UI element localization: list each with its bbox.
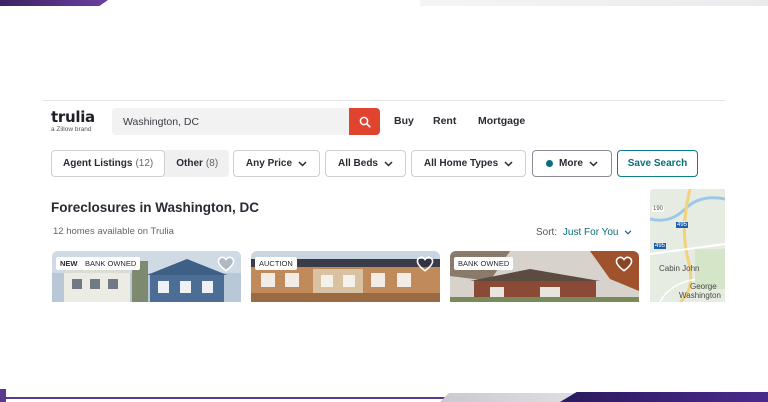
route-shield: 495: [654, 243, 667, 249]
nav-buy[interactable]: Buy: [394, 115, 414, 127]
page: trulia a Zillow brand Buy Rent Mortgage …: [0, 0, 768, 402]
more-filters-button[interactable]: More: [532, 150, 612, 177]
tab-agent-listings-label: Agent Listings: [63, 158, 133, 169]
listing-card[interactable]: NEW BANK OWNED: [52, 251, 241, 302]
sort-label: Sort:: [536, 227, 558, 238]
map-label-cabin-john: Cabin John: [659, 264, 700, 273]
badge-bank-owned: BANK OWNED: [454, 257, 514, 270]
heart-icon[interactable]: [217, 256, 235, 272]
map-view[interactable]: 190 495 495 Cabin John George Washington: [650, 189, 725, 302]
chevron-down-icon: [624, 230, 632, 235]
nav-rent[interactable]: Rent: [433, 115, 456, 127]
heart-icon[interactable]: [416, 256, 434, 272]
sort-control[interactable]: Sort: Just For You: [536, 227, 632, 238]
tab-other-label: Other: [176, 158, 203, 169]
chevron-down-icon: [504, 160, 513, 167]
route-shield: 495: [676, 222, 689, 228]
tab-other[interactable]: Other (8): [165, 150, 229, 177]
decorative-band-top-left: [0, 0, 108, 6]
more-filters-label: More: [559, 158, 583, 169]
badge-auction: AUCTION: [255, 257, 297, 270]
badge-new: NEW: [56, 257, 82, 270]
chevron-down-icon: [384, 160, 393, 167]
beds-filter-button[interactable]: All Beds: [325, 150, 406, 177]
save-search-label: Save Search: [627, 158, 688, 169]
tab-other-count: (8): [205, 158, 219, 169]
price-filter-label: Any Price: [245, 158, 293, 169]
search-button[interactable]: [349, 108, 380, 135]
chevron-down-icon: [298, 160, 307, 167]
decorative-band-bottom-purple: [560, 392, 768, 402]
sort-value: Just For You: [562, 227, 619, 238]
listing-card[interactable]: AUCTION: [251, 251, 440, 302]
trulia-logo[interactable]: trulia a Zillow brand: [51, 108, 95, 134]
map-label-washington: Washington: [679, 291, 721, 300]
logo-tagline: a Zillow brand: [51, 126, 92, 133]
chevron-down-icon: [589, 160, 598, 167]
save-search-button[interactable]: Save Search: [617, 150, 698, 177]
tab-agent-listings-count: (12): [135, 158, 154, 169]
beds-filter-label: All Beds: [337, 158, 378, 169]
results-count: 12 homes available on Trulia: [53, 226, 174, 237]
decorative-band-bottom-left: [0, 389, 6, 402]
home-types-filter-label: All Home Types: [423, 158, 499, 169]
header-divider: [43, 100, 725, 101]
search-box: [112, 108, 380, 135]
price-filter-button[interactable]: Any Price: [233, 150, 320, 177]
listing-card[interactable]: BANK OWNED: [450, 251, 639, 302]
tab-agent-listings[interactable]: Agent Listings (12): [51, 150, 166, 177]
map-label-george: George: [690, 282, 717, 291]
badge-bank-owned: BANK OWNED: [81, 257, 141, 270]
listing-type-toggle: Agent Listings (12) Other (8): [51, 150, 230, 177]
page-title: Foreclosures in Washington, DC: [51, 200, 260, 215]
active-filter-dot-icon: [546, 160, 554, 167]
home-types-filter-button[interactable]: All Home Types: [411, 150, 526, 177]
heart-icon[interactable]: [615, 256, 633, 272]
logo-wordmark: trulia: [51, 108, 95, 126]
route-shield: 190: [652, 206, 665, 212]
search-icon: [359, 116, 371, 128]
decorative-band-top-right: [420, 0, 768, 6]
nav-mortgage[interactable]: Mortgage: [478, 115, 525, 127]
search-input[interactable]: [112, 108, 349, 135]
